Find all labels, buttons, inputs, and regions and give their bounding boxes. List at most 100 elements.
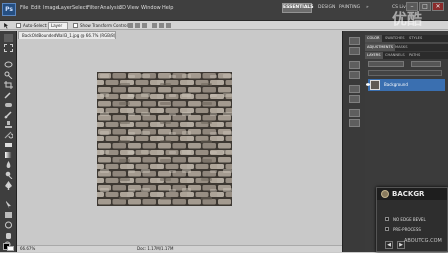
rectangle-tool-icon[interactable] [4,204,13,218]
no-edge-bevel-checkbox[interactable] [385,217,389,221]
lasso-tool-icon[interactable] [4,54,13,68]
tab-styles[interactable]: STYLES [407,35,424,42]
adjustments-panel-tabs: ADJUSTMENTS MASKS [365,44,448,51]
opacity-field[interactable] [411,61,441,67]
clone-stamp-tool-icon[interactable] [4,114,13,128]
menu-help[interactable]: Help [162,4,173,12]
tab-color[interactable]: COLOR [365,35,382,42]
menu-file[interactable]: File [20,4,28,12]
align-top-icon[interactable] [128,23,133,28]
tab-paths[interactable]: PATHS [407,52,422,59]
tab-masks[interactable]: MASKS [393,44,409,51]
no-edge-bevel-label: NO EDGE BEVEL [393,217,426,222]
history-brush-tool-icon[interactable] [4,124,14,139]
align-center-icon[interactable] [159,23,164,28]
align-bottom-icon[interactable] [142,23,147,28]
workspace-more-icon[interactable]: » [366,4,369,12]
background-color-swatch[interactable] [7,246,14,251]
auto-select-label: Auto-Select: [23,23,48,28]
document-info[interactable]: Doc: 1.17M/1.17M [137,246,173,252]
blur-tool-icon[interactable] [4,154,13,168]
auto-select-dropdown[interactable]: Layer [48,22,69,30]
menu-layer[interactable]: Layer [58,4,72,12]
close-button[interactable]: ✕ [432,2,444,11]
layer-thumbnail [370,80,380,90]
document-tab-title: BackOldBoundedWall3_1.jpg @ 66.7% (RGB/8… [22,33,116,38]
brush-tool-icon[interactable] [4,104,13,119]
type-tool-icon[interactable]: T [4,184,13,192]
pre-process-label: PRE-PROCESS [393,227,421,232]
layer-row-background[interactable]: Background [366,79,445,91]
plugin-logo-icon [381,190,389,198]
3d-rotate-tool-icon[interactable] [4,214,13,229]
zoom-tool-icon[interactable] [4,234,13,250]
brick-wall-image[interactable] [97,72,232,206]
document-tab[interactable]: BackOldBoundedWall3_1.jpg @ 66.7% (RGB/8… [18,31,116,39]
menu-edit[interactable]: Edit [31,4,41,12]
hand-tool-icon[interactable] [4,224,13,239]
auto-select-checkbox[interactable] [16,23,21,28]
history-panel-icon[interactable] [349,37,360,45]
aboutcg-watermark: ABOUTCG.COM [404,238,442,244]
navigator-panel-icon[interactable] [349,119,360,127]
layer-name: Background [384,82,408,87]
gradient-tool-icon[interactable] [4,144,13,158]
status-bar: 66.67% Doc: 1.17M/1.17M [17,245,342,252]
crop-tool-icon[interactable] [4,74,13,89]
info-panel-icon[interactable] [349,109,360,117]
color-panel-tabs: COLOR SWATCHES STYLES [365,35,448,42]
zoom-level[interactable]: 66.67% [20,246,35,252]
align-buttons [128,23,192,29]
tab-adjustments[interactable]: ADJUSTMENTS [365,44,395,51]
menu-analysis[interactable]: Analysis [100,4,121,12]
layers-panel-tabs: LAYERS CHANNELS PATHS [365,52,448,59]
path-selection-tool-icon[interactable] [4,194,13,209]
pre-process-option[interactable]: PRE-PROCESS [385,226,421,233]
tab-layers[interactable]: LAYERS [365,52,383,59]
show-transform-label: Show Transform Controls [80,23,130,28]
workspace-painting-button[interactable]: PAINTING [339,4,360,12]
tab-channels[interactable]: CHANNELS [383,52,407,59]
menu-3d[interactable]: 3D [119,4,126,12]
youku-watermark: 优酷 [392,10,423,28]
menu-view[interactable]: View [127,4,139,12]
canvas-area[interactable] [17,39,342,245]
tools-panel: T [0,31,17,252]
align-right-icon[interactable] [166,23,171,28]
menu-image[interactable]: Image [43,4,59,12]
workspace-design-button[interactable]: DESIGN [318,4,335,12]
brushes-panel-icon[interactable] [349,61,360,69]
lock-and-fill-row [368,70,442,76]
eyedropper-tool-icon[interactable] [4,84,13,99]
tab-swatches[interactable]: SWATCHES [383,35,407,42]
tool-options-bar: Auto-Select: Layer Show Transform Contro… [0,21,448,30]
brick-wall-texture [97,72,232,206]
panel-title: BACKGR [392,190,425,198]
move-tool-icon[interactable] [3,22,10,29]
dodge-tool-icon[interactable] [4,164,13,180]
eraser-tool-icon[interactable] [4,134,13,147]
pen-tool-icon[interactable] [4,174,13,189]
panel-header[interactable]: BACKGR [377,188,447,200]
align-middle-icon[interactable] [135,23,140,28]
show-transform-checkbox[interactable] [73,23,78,28]
paragraph-panel-icon[interactable] [349,95,360,103]
move-tool-icon[interactable] [4,34,13,42]
menu-filter[interactable]: Filter [87,4,99,12]
clone-source-panel-icon[interactable] [349,71,360,79]
application-menubar: Ps File Edit Image Layer Select Filter A… [0,0,448,21]
menu-select[interactable]: Select [72,4,87,12]
no-edge-bevel-option[interactable]: NO EDGE BEVEL [385,216,426,223]
healing-brush-tool-icon[interactable] [4,94,13,107]
marquee-tool-icon[interactable] [4,44,13,52]
align-left-icon[interactable] [152,23,157,28]
blend-mode-dropdown[interactable] [368,61,404,67]
photoshop-logo: Ps [2,3,16,16]
quick-selection-tool-icon[interactable] [4,64,13,80]
pre-process-checkbox[interactable] [385,227,389,231]
workspace-essentials-button[interactable]: ESSENTIALS [282,3,314,13]
actions-panel-icon[interactable] [349,47,360,55]
character-panel-icon[interactable] [349,85,360,93]
previous-button[interactable]: ◀ [385,241,393,249]
menu-window[interactable]: Window [141,4,161,12]
